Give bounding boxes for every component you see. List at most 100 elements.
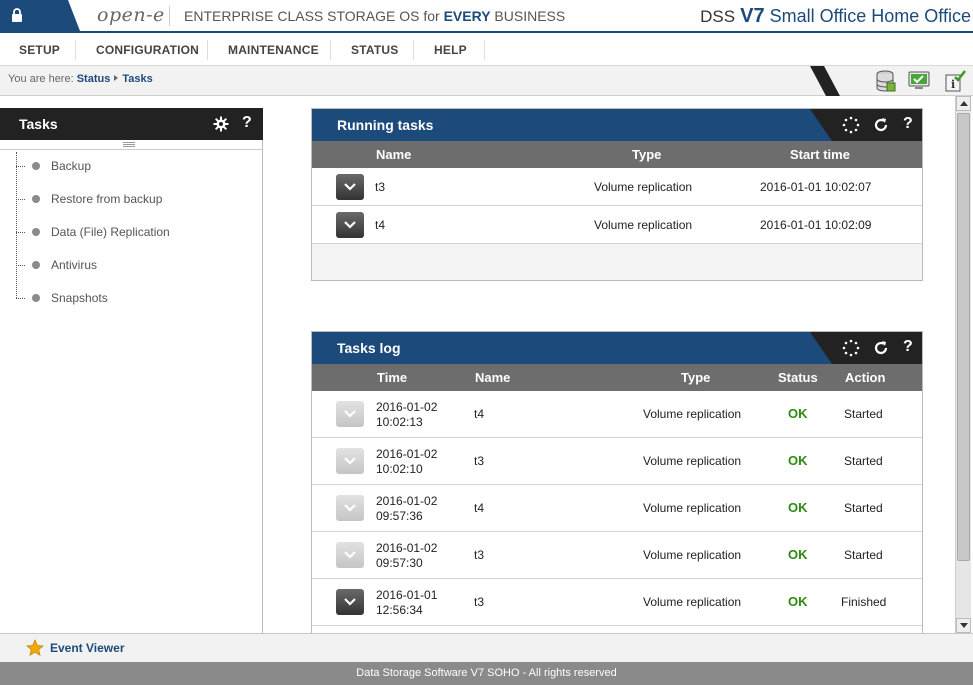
panel-footer (312, 244, 922, 280)
refresh-icon[interactable] (872, 339, 890, 357)
log-type: Volume replication (643, 501, 742, 515)
expand-button[interactable] (336, 212, 364, 238)
product-dss: DSS (700, 7, 736, 26)
menu-separator (207, 40, 208, 60)
task-type: Volume replication (594, 218, 693, 232)
log-time: 09:57:36 (376, 509, 423, 523)
breadcrumb-status[interactable]: Status (77, 73, 111, 85)
task-name: t3 (375, 180, 386, 194)
sidebar-title: Tasks (19, 116, 58, 132)
event-viewer-link[interactable]: Event Viewer (50, 641, 124, 655)
tagline-prefix: ENTERPRISE CLASS STORAGE OS for (184, 8, 444, 24)
table-row[interactable]: 2016-01-02 09:57:30 t3 Volume replicatio… (312, 532, 922, 579)
breadcrumb-tasks[interactable]: Tasks (122, 73, 152, 85)
info-check-icon[interactable]: i (943, 69, 967, 93)
sidebar-item-label: Data (File) Replication (51, 225, 170, 239)
main-scrollbar[interactable] (955, 96, 971, 633)
expand-button[interactable] (336, 542, 364, 568)
help-icon[interactable]: ? (903, 338, 913, 356)
monitor-check-icon[interactable] (907, 69, 931, 93)
log-type: Volume replication (643, 454, 742, 468)
chevron-down-icon (344, 183, 356, 191)
product-edition: Small Office Home Office (769, 6, 971, 26)
loading-icon[interactable] (842, 339, 860, 357)
bullet-icon (32, 162, 40, 170)
scroll-thumb[interactable] (957, 113, 970, 561)
lock-icon (12, 8, 22, 22)
expand-button[interactable] (336, 448, 364, 474)
help-icon[interactable]: ? (242, 114, 252, 132)
log-name: t4 (474, 407, 485, 421)
menu-help[interactable]: HELP (434, 43, 467, 57)
table-row[interactable]: 2016-01-02 10:02:10 t3 Volume replicatio… (312, 438, 922, 485)
svg-text:i: i (951, 78, 955, 91)
running-tasks-panel: Running tasks ? Name Type Start time t3 … (311, 108, 923, 281)
column-header-type[interactable]: Type (632, 147, 661, 162)
chevron-down-icon (344, 598, 356, 606)
menu-separator (413, 40, 414, 60)
star-icon[interactable] (26, 639, 44, 657)
column-header-time[interactable]: Time (377, 370, 407, 385)
log-name: t4 (474, 501, 485, 515)
menu-maintenance[interactable]: MAINTENANCE (228, 43, 319, 57)
expand-button[interactable] (336, 495, 364, 521)
tagline-bold: EVERY (443, 8, 491, 24)
log-date: 2016-01-02 (376, 494, 438, 508)
log-name: t3 (474, 454, 485, 468)
status-badge: OK (788, 406, 808, 421)
chevron-down-icon (344, 551, 356, 559)
scroll-down-button[interactable] (956, 618, 971, 633)
column-header-name[interactable]: Name (475, 370, 510, 385)
column-header-type[interactable]: Type (681, 370, 710, 385)
table-row[interactable]: t4 Volume replication 2016-01-01 10:02:0… (312, 206, 922, 244)
menu-configuration[interactable]: CONFIGURATION (96, 43, 199, 57)
column-header-status[interactable]: Status (778, 370, 818, 385)
log-type: Volume replication (643, 407, 742, 421)
sidebar-item-label: Restore from backup (51, 192, 163, 206)
log-time: 12:56:34 (376, 603, 423, 617)
task-name: t4 (375, 218, 386, 232)
loading-icon[interactable] (842, 116, 860, 134)
menu-status[interactable]: STATUS (351, 43, 398, 57)
gear-icon[interactable] (213, 116, 229, 132)
footer: Data Storage Software V7 SOHO - All righ… (0, 662, 973, 685)
column-header-action[interactable]: Action (845, 370, 885, 385)
breadcrumb-trail: You are here: Status Tasks (8, 73, 153, 85)
log-action: Started (844, 454, 883, 468)
refresh-icon[interactable] (872, 116, 890, 134)
log-date: 2016-01-02 (376, 400, 438, 414)
bullet-icon (32, 261, 40, 269)
column-header-name[interactable]: Name (376, 147, 411, 162)
menu-setup[interactable]: SETUP (19, 43, 60, 57)
task-start-time: 2016-01-01 10:02:09 (760, 218, 872, 232)
table-row[interactable]: 2016-01-01 12:56:34 t3 Volume replicatio… (312, 579, 922, 626)
sidebar-item-label: Snapshots (51, 291, 108, 305)
logo-divider (169, 6, 170, 26)
column-header-start-time[interactable]: Start time (790, 147, 850, 162)
sidebar-item-label: Antivirus (51, 258, 98, 272)
help-icon[interactable]: ? (903, 115, 913, 133)
log-type: Volume replication (643, 548, 742, 562)
database-icon[interactable] (873, 69, 897, 93)
scroll-up-button[interactable] (956, 96, 971, 111)
copyright-text: Data Storage Software V7 SOHO - All righ… (356, 667, 617, 679)
event-viewer-bar: Event Viewer (0, 633, 973, 662)
log-action: Started (844, 501, 883, 515)
bullet-icon (32, 195, 40, 203)
tasks-log-panel: Tasks log ? Time Name Type Status Action… (311, 331, 923, 633)
expand-button[interactable] (336, 401, 364, 427)
log-name: t3 (474, 548, 485, 562)
table-row[interactable]: 2016-01-02 10:02:13 t4 Volume replicatio… (312, 391, 922, 438)
bullet-icon (32, 294, 40, 302)
table-header: Time Name Type Status Action (312, 364, 922, 391)
status-badge: OK (788, 453, 808, 468)
table-row[interactable]: 2016-01-02 09:57:36 t4 Volume replicatio… (312, 485, 922, 532)
expand-button[interactable] (336, 174, 364, 200)
table-row[interactable]: t3 Volume replication 2016-01-01 10:02:0… (312, 168, 922, 206)
running-tasks-title: Running tasks (337, 117, 434, 133)
breadcrumb: You are here: Status Tasks i (0, 66, 973, 96)
resize-handle[interactable] (0, 140, 263, 150)
lock-button[interactable] (0, 0, 80, 31)
expand-button[interactable] (336, 589, 364, 615)
chevron-down-icon (344, 410, 356, 418)
